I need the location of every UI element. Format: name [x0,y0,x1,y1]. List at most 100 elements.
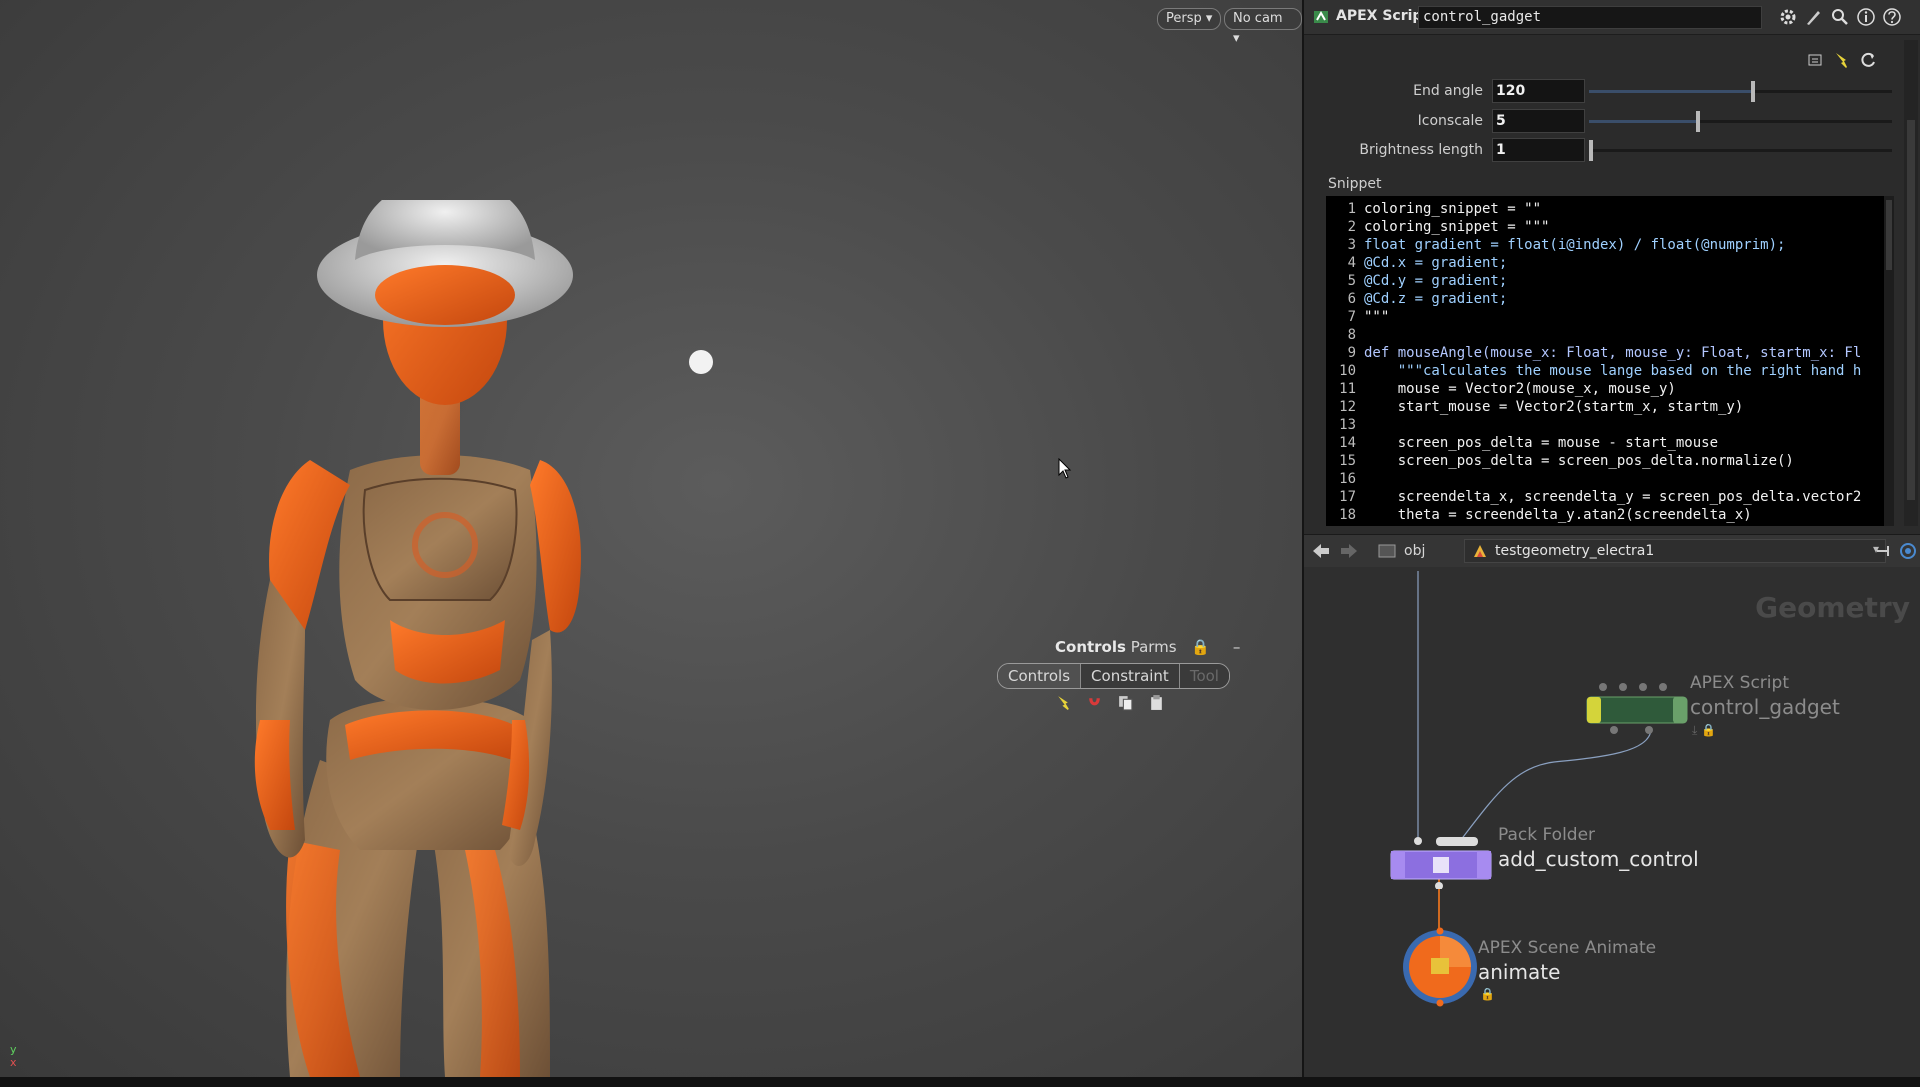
parm-label-brightness-length: Brightness length [1359,142,1483,158]
controls-toolbar [1055,694,1165,711]
path-node-field[interactable]: testgeometry_electra1 ▾ [1464,539,1886,563]
tab-tool[interactable]: Tool [1179,664,1229,688]
code-line[interactable]: 5 @Cd.y = gradient; [1326,272,1508,290]
code-line[interactable]: 11 mouse = Vector2(mouse_x, mouse_y) [1326,380,1676,398]
view-menu-button[interactable]: Persp ▾ [1157,8,1222,30]
link-icon[interactable] [1898,541,1918,561]
code-line[interactable]: 17 screendelta_x, screendelta_y = screen… [1326,488,1861,506]
end-angle-slider-knob[interactable] [1751,81,1755,102]
code-text: @Cd.y = gradient; [1364,273,1508,289]
code-line[interactable]: 8 [1326,326,1364,344]
code-line[interactable]: 16 [1326,470,1364,488]
end-angle-slider[interactable] [1589,81,1892,102]
code-text: """calculates the mouse lange based on t… [1364,363,1862,379]
line-number: 14 [1339,435,1356,451]
line-number: 15 [1339,453,1356,469]
apex-script-node-shape[interactable] [1579,679,1689,739]
code-line[interactable]: 6 @Cd.z = gradient; [1326,290,1508,308]
line-number: 10 [1339,363,1356,379]
brightness-length-slider[interactable] [1589,140,1892,161]
lock-icon[interactable]: 🔒 [1191,638,1210,656]
line-number: 18 [1339,507,1356,523]
refresh-icon[interactable] [1858,50,1878,70]
code-text: """ [1364,309,1390,325]
code-text: @Cd.x = gradient; [1364,255,1508,271]
status-bar [0,1077,1920,1087]
help-icon[interactable] [1882,7,1902,27]
code-line[interactable]: 13 [1326,416,1364,434]
end-angle-slider-fill [1589,90,1753,93]
code-line[interactable]: 18 theta = screendelta_y.atan2(screendel… [1326,506,1752,524]
collapse-icon[interactable]: – [1233,638,1241,656]
animate-lock-icon[interactable]: 🔒 [1480,987,1495,1001]
info-icon[interactable] [1856,7,1876,27]
controls-panel-header: Controls Parms 🔒 – [1055,638,1240,656]
pack-folder-node-name[interactable]: add_custom_control [1498,847,1699,871]
code-text: mouse = Vector2(mouse_x, mouse_y) [1364,381,1676,397]
paste-icon[interactable] [1148,694,1165,711]
code-line[interactable]: 3 float gradient = float(i@index) / float… [1326,236,1786,254]
code-line[interactable]: 12 start_mouse = Vector2(startm_x, start… [1326,398,1743,416]
code-line[interactable]: 15 screen_pos_delta = screen_pos_delta.n… [1326,452,1794,470]
magnet-icon[interactable] [1086,694,1103,711]
node-name-field[interactable]: control_gadget [1418,6,1762,29]
animate-node-shape[interactable] [1400,927,1480,1007]
apex-script-node-name[interactable]: control_gadget [1690,695,1840,719]
tab-constraint[interactable]: Constraint [1081,664,1180,688]
animate-node-type: APEX Scene Animate [1478,938,1657,958]
copy-icon[interactable] [1117,694,1134,711]
code-text: start_mouse = Vector2(startm_x, startm_y… [1364,399,1744,415]
network-editor[interactable]: Geometry APEX Script control_gadget ⤓ 🔒 [1304,567,1920,1077]
iconscale-slider-knob[interactable] [1696,111,1700,132]
tab-controls[interactable]: Controls [998,664,1082,688]
parms-title[interactable]: Parms [1131,638,1177,656]
brightness-length-slider-knob[interactable] [1589,140,1593,161]
code-line[interactable]: 1 coloring_snippet = "" [1326,200,1541,218]
pick-parameter-icon[interactable] [1832,50,1852,70]
pack-folder-node-shape[interactable] [1386,829,1496,889]
character-model[interactable] [250,200,670,1077]
line-number: 16 [1339,471,1356,487]
line-number: 7 [1347,309,1356,325]
parameter-scrollbar[interactable] [1904,40,1918,526]
camera-menu-label: No cam [1233,11,1283,26]
pick-tool-icon[interactable] [1055,694,1072,711]
end-angle-field[interactable]: 120 [1492,79,1585,103]
code-scrollbar[interactable] [1884,196,1894,526]
code-line[interactable]: 7 """ [1326,308,1390,326]
forward-arrow-icon[interactable] [1338,541,1360,561]
path-context-obj[interactable]: obj [1404,543,1425,559]
mouse-cursor-icon [1058,458,1072,479]
code-text: screen_pos_delta = screen_pos_delta.norm… [1364,453,1794,469]
code-line[interactable]: 14 screen_pos_delta = mouse - start_mous… [1326,434,1718,452]
code-line[interactable]: 9 def mouseAngle(mouse_x: Float, mouse_y:… [1326,344,1862,362]
brush-icon[interactable] [1804,7,1824,27]
parm-label-iconscale: Iconscale [1417,113,1483,129]
back-arrow-icon[interactable] [1310,541,1332,561]
code-line[interactable]: 4 @Cd.x = gradient; [1326,254,1508,272]
control-gadget-handle[interactable] [689,350,713,374]
iconscale-slider[interactable] [1589,111,1892,132]
animate-node-name[interactable]: animate [1478,960,1560,984]
line-number: 17 [1339,489,1356,505]
parameter-edit-icon[interactable] [1806,50,1826,70]
axis-gizmo: y x [10,1043,17,1069]
camera-menu-button[interactable]: No cam ▾ [1224,8,1302,46]
parameter-and-network-panel: APEX Script control_gadget End angle 120… [1302,0,1920,1077]
code-line[interactable]: 10 """calculates the mouse lange based o… [1326,362,1861,380]
axis-y-label: y [10,1043,17,1056]
gear-icon[interactable] [1778,7,1798,27]
parm-label-end-angle: End angle [1413,83,1483,99]
view-menu-label: Persp [1166,11,1202,26]
iconscale-field[interactable]: 5 [1492,109,1585,133]
snippet-code-editor[interactable]: 1 coloring_snippet = "" 2 coloring_snippet … [1326,196,1884,526]
code-text: theta = screendelta_y.atan2(screendelta_… [1364,507,1752,523]
brightness-length-field[interactable]: 1 [1492,138,1585,162]
scene-viewport[interactable]: Persp ▾ No cam ▾ y x Controls Parms 🔒 – … [0,0,1302,1077]
pin-icon[interactable] [1874,541,1894,561]
code-text: coloring_snippet = """ [1364,219,1550,235]
code-line[interactable]: 2 coloring_snippet = """ [1326,218,1550,236]
search-icon[interactable] [1830,7,1850,27]
code-text: coloring_snippet = "" [1364,201,1542,217]
obj-context-icon [1378,544,1396,558]
